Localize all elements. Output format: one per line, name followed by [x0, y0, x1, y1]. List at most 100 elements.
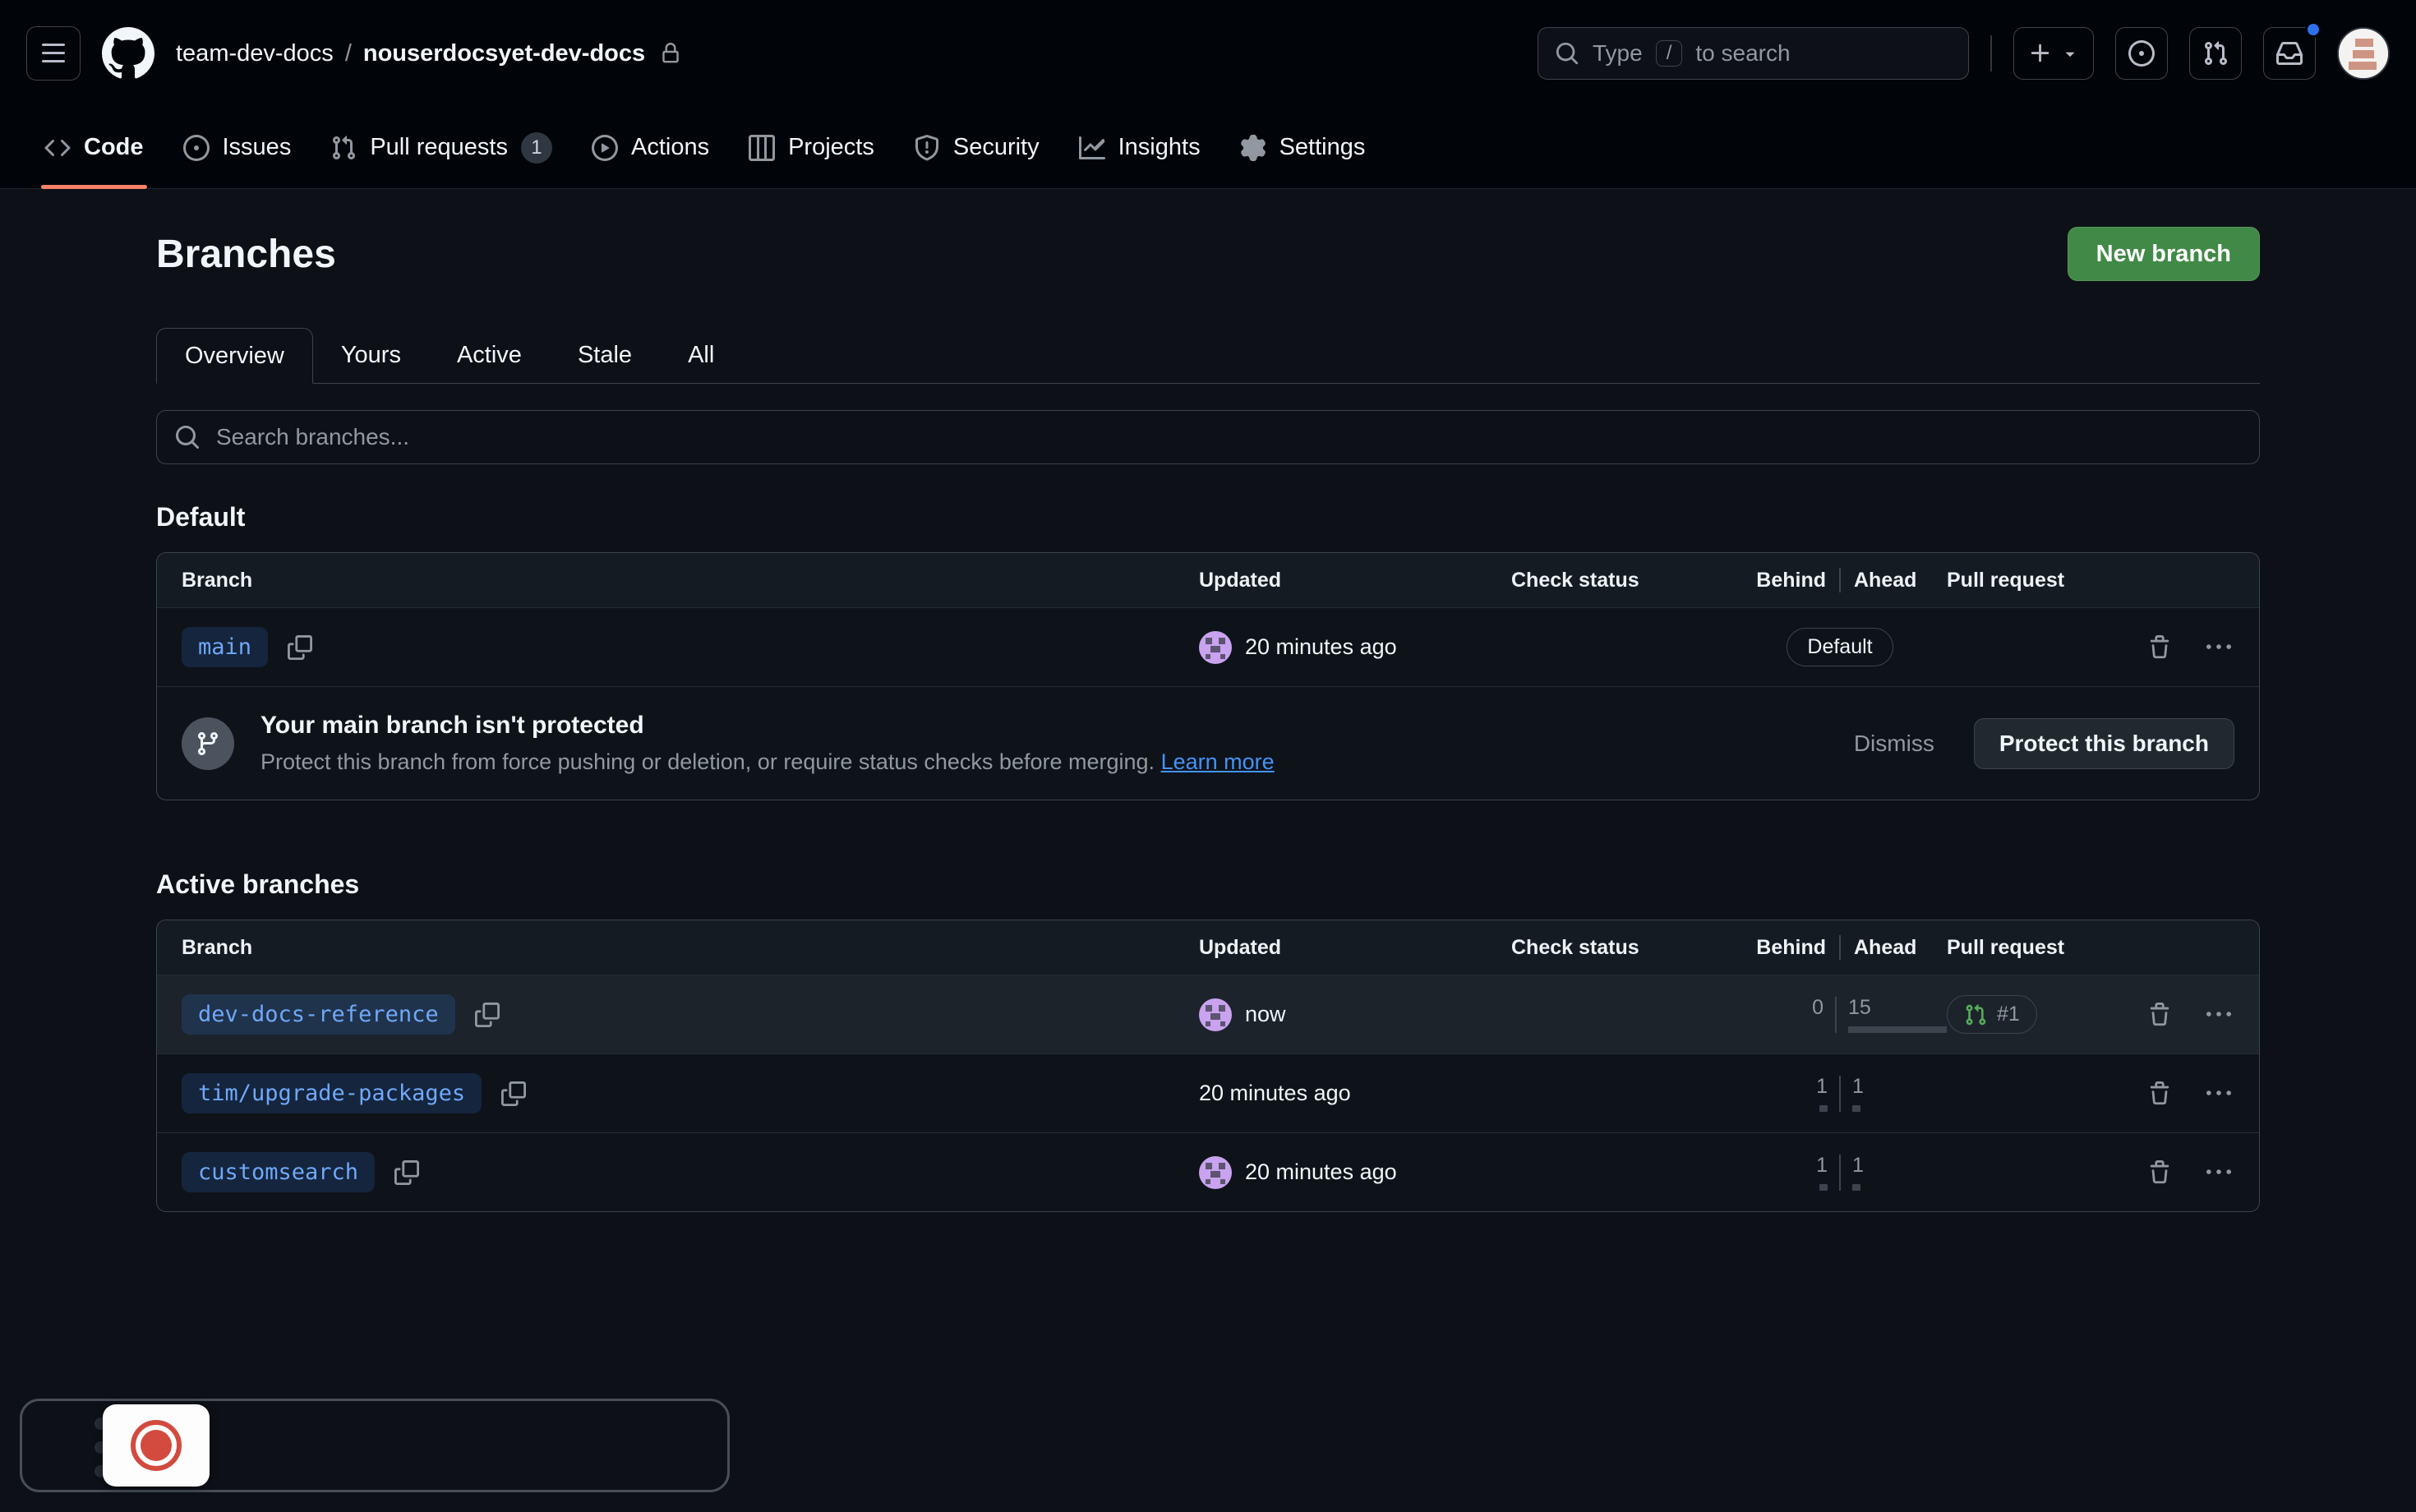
row-actions [2136, 1078, 2259, 1109]
issue-opened-icon [2128, 40, 2155, 67]
inbox-icon [2276, 40, 2303, 67]
tab-projects-label: Projects [788, 134, 874, 161]
unread-notification-dot [2305, 21, 2321, 38]
page-title: Branches [156, 232, 336, 277]
hamburger-menu-button[interactable] [26, 26, 81, 81]
branch-link-customsearch[interactable]: customsearch [182, 1152, 375, 1192]
table-icon [749, 135, 775, 161]
tab-issues-label: Issues [223, 134, 292, 161]
play-icon [592, 135, 618, 161]
copy-branch-name-button[interactable] [284, 632, 316, 663]
graph-icon [1079, 135, 1105, 161]
behind-ahead-cell: 1 1 [1733, 1054, 1947, 1132]
table-row: main 20 minutes ago Default [157, 607, 2259, 686]
row-actions [2136, 999, 2259, 1030]
row-actions [2136, 1157, 2259, 1188]
learn-more-link[interactable]: Learn more [1161, 749, 1275, 774]
tab-actions[interactable]: Actions [572, 107, 729, 188]
default-section-heading: Default [156, 502, 2260, 532]
chevron-down-icon [2061, 44, 2079, 62]
delete-branch-button[interactable] [2144, 999, 2175, 1030]
ahead-bar [1852, 1105, 1860, 1112]
delete-branch-button[interactable] [2144, 1157, 2175, 1188]
tab-pull-requests-label: Pull requests [370, 134, 508, 161]
pull-requests-global-button[interactable] [2189, 27, 2242, 80]
banner-title: Your main branch isn't protected [261, 712, 1828, 740]
tab-code-label: Code [84, 134, 144, 161]
behind-count: 1 [1816, 1075, 1828, 1099]
user-avatar[interactable] [2337, 27, 2390, 80]
banner-actions: Dismiss Protect this branch [1854, 718, 2234, 769]
kebab-menu-button[interactable] [2203, 1157, 2234, 1188]
pull-request-link[interactable]: #1 [1947, 995, 2037, 1034]
title-row: Branches New branch [156, 227, 2260, 281]
plus-icon [2028, 41, 2053, 66]
create-new-button[interactable] [2013, 27, 2094, 80]
delete-branch-button[interactable] [2144, 1078, 2175, 1109]
table-row: dev-docs-reference now 0 15 [157, 975, 2259, 1053]
banner-description: Protect this branch from force pushing o… [261, 749, 1828, 775]
kebab-menu-button[interactable] [2203, 632, 2234, 663]
updated-time: 20 minutes ago [1245, 634, 1397, 660]
updated-cell: now [1199, 998, 1511, 1031]
column-pull-request: Pull request [1947, 569, 2136, 592]
protect-branch-button[interactable]: Protect this branch [1974, 718, 2234, 769]
shield-icon [914, 135, 940, 161]
ahead-count: 1 [1852, 1075, 1864, 1099]
column-behind: Behind [1733, 936, 1839, 960]
global-search-placeholder-suffix: to search [1695, 40, 1790, 67]
behind-count: 0 [1812, 996, 1824, 1020]
branch-cell: dev-docs-reference [157, 994, 1199, 1035]
dismiss-button[interactable]: Dismiss [1854, 731, 1934, 757]
branch-link-main[interactable]: main [182, 627, 268, 667]
column-updated: Updated [1199, 936, 1511, 960]
behind-ahead-cell: 0 15 [1733, 975, 1947, 1053]
tab-issues[interactable]: Issues [164, 107, 311, 188]
kebab-menu-button[interactable] [2203, 1078, 2234, 1109]
tab-all[interactable]: All [660, 327, 742, 383]
branch-link-tim-upgrade-packages[interactable]: tim/upgrade-packages [182, 1073, 482, 1113]
tab-pull-requests[interactable]: Pull requests 1 [311, 107, 572, 188]
tab-yours[interactable]: Yours [313, 327, 429, 383]
column-check-status: Check status [1511, 569, 1733, 592]
default-branch-table: Branch Updated Check status Behind Ahead… [156, 552, 2260, 800]
record-button[interactable] [103, 1404, 210, 1487]
issues-global-button[interactable] [2115, 27, 2168, 80]
lock-icon [660, 43, 681, 64]
global-search-box[interactable]: Type / to search [1538, 27, 1969, 80]
record-icon [131, 1420, 182, 1471]
updated-time: 20 minutes ago [1199, 1081, 1351, 1106]
new-branch-button[interactable]: New branch [2068, 227, 2260, 281]
copy-branch-name-button[interactable] [472, 999, 503, 1030]
breadcrumb-repo-link[interactable]: nouserdocsyet-dev-docs [363, 40, 645, 67]
tab-security[interactable]: Security [894, 107, 1059, 188]
column-behind-ahead: Behind Ahead [1733, 920, 1947, 975]
column-updated: Updated [1199, 569, 1511, 592]
github-logo[interactable] [102, 27, 154, 80]
tab-stale[interactable]: Stale [550, 327, 660, 383]
tab-code[interactable]: Code [25, 107, 164, 188]
tab-projects[interactable]: Projects [729, 107, 894, 188]
delete-branch-button[interactable] [2144, 632, 2175, 663]
default-badge: Default [1787, 628, 1893, 666]
ahead-count: 1 [1852, 1154, 1864, 1178]
tab-settings[interactable]: Settings [1220, 107, 1386, 188]
behind-ahead-cell: Default [1733, 608, 1947, 686]
screen-recording-widget [20, 1399, 730, 1492]
issue-opened-icon [183, 135, 210, 161]
table-header-row: Branch Updated Check status Behind Ahead… [157, 920, 2259, 975]
breadcrumb-org-link[interactable]: team-dev-docs [176, 40, 334, 67]
tab-overview[interactable]: Overview [156, 328, 313, 384]
tab-insights[interactable]: Insights [1059, 107, 1220, 188]
copy-branch-name-button[interactable] [391, 1157, 422, 1188]
active-branches-heading: Active branches [156, 869, 2260, 900]
banner-text: Your main branch isn't protected Protect… [261, 712, 1828, 775]
kebab-menu-button[interactable] [2203, 999, 2234, 1030]
branch-link-dev-docs-reference[interactable]: dev-docs-reference [182, 994, 455, 1035]
tab-active[interactable]: Active [429, 327, 550, 383]
copy-branch-name-button[interactable] [498, 1078, 529, 1109]
slash-key-hint: / [1656, 40, 1683, 67]
tab-actions-label: Actions [631, 134, 709, 161]
branch-search-input[interactable] [156, 410, 2260, 464]
committer-avatar [1199, 998, 1232, 1031]
